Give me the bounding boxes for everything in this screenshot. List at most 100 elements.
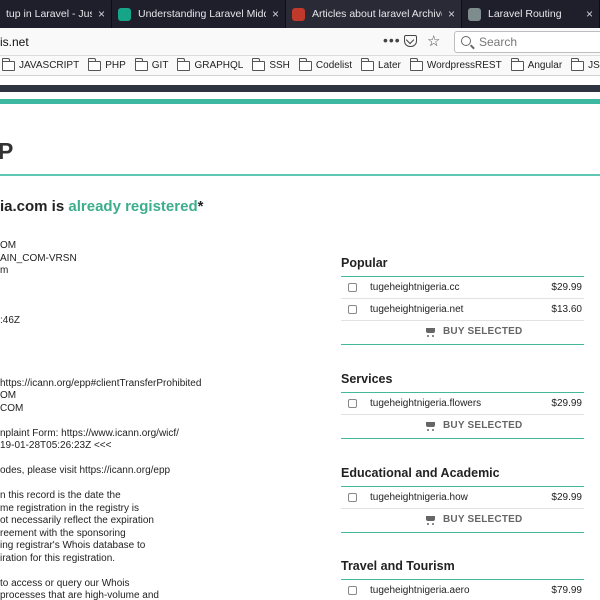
- cart-icon: [424, 515, 437, 525]
- panel-title: Educational and Academic: [341, 466, 500, 480]
- domain-name: tugeheightnigeria.aero: [370, 585, 470, 596]
- folder-icon: [298, 57, 312, 71]
- browser-tab[interactable]: tup in Laravel - Just La ×: [0, 0, 112, 28]
- tab-strip: tup in Laravel - Just La×Understanding L…: [0, 0, 600, 28]
- tab-favicon-icon: [468, 7, 481, 21]
- panel-title: Travel and Tourism: [341, 559, 455, 573]
- whois-line: n this record is the date the: [0, 490, 121, 501]
- buy-selected-button[interactable]: BUY SELECTED: [424, 420, 522, 431]
- domain-price: $29.99: [551, 492, 582, 503]
- page-actions-icon[interactable]: •••: [383, 32, 401, 48]
- buy-row: BUY SELECTED: [341, 321, 584, 345]
- whois-line: COM: [0, 402, 24, 414]
- bookmark-folder[interactable]: Codelist: [298, 57, 353, 71]
- browser-search-box[interactable]: [454, 31, 600, 53]
- tab-close-icon[interactable]: ×: [448, 7, 455, 21]
- bookmark-label: Codelist: [315, 60, 353, 71]
- whois-line: [0, 478, 330, 491]
- bookmark-folder[interactable]: GRAPHQL: [177, 57, 243, 71]
- buy-selected-button[interactable]: BUY SELECTED: [424, 326, 522, 337]
- folder-icon: [2, 57, 15, 71]
- bookmark-label: Angular: [527, 60, 563, 71]
- headline-asterisk: *: [197, 198, 204, 215]
- domain-panel: Travel and Tourism tugeheightnigeria.aero…: [341, 559, 584, 600]
- domain-checkbox[interactable]: [348, 399, 357, 408]
- tab-close-icon[interactable]: ×: [586, 7, 593, 21]
- domain-price: $79.99: [551, 585, 582, 596]
- whois-line: me registration in the registry is: [0, 502, 139, 514]
- bookmark-label: GIT: [151, 60, 169, 71]
- domain-row: tugeheightnigeria.cc $29.99: [341, 277, 584, 299]
- domain-checkbox[interactable]: [348, 283, 357, 292]
- domain-price: $29.99: [551, 398, 582, 409]
- bookmark-folder[interactable]: PHP: [88, 57, 126, 71]
- folder-icon: [134, 57, 148, 71]
- bookmark-folder[interactable]: Angular: [510, 57, 563, 71]
- tab-label: Articles about laravel Archives: [312, 8, 442, 20]
- whois-line: [0, 353, 330, 366]
- tab-favicon-icon: [118, 7, 131, 21]
- pocket-icon[interactable]: [404, 35, 417, 47]
- whois-line: to access or query our Whois: [0, 577, 130, 589]
- whois-line: [0, 328, 330, 341]
- accent-band: [0, 99, 600, 104]
- whois-line: [0, 290, 330, 303]
- bookmark-label: Later: [378, 60, 401, 71]
- whois-line: reement with the sponsoring: [0, 527, 126, 539]
- whois-line: [0, 415, 330, 428]
- domain-row: tugeheightnigeria.how $29.99: [341, 487, 584, 509]
- browser-tab[interactable]: Articles about laravel Archives ×: [286, 0, 462, 28]
- whois-line: ot necessarily reflect the expiration: [0, 515, 154, 526]
- cart-icon: [424, 421, 437, 431]
- bookmark-label: JSON: [588, 60, 600, 71]
- buy-selected-label: BUY SELECTED: [443, 420, 523, 431]
- bookmark-folder[interactable]: JAVASCRIPT: [2, 57, 80, 71]
- browser-tab[interactable]: Understanding Laravel Middlew ×: [112, 0, 286, 28]
- domain-name: tugeheightnigeria.flowers: [370, 398, 482, 409]
- whois-line: [0, 565, 330, 578]
- tab-favicon-icon: [292, 7, 305, 21]
- search-icon: [461, 36, 471, 46]
- tab-label: Understanding Laravel Middlew: [138, 8, 266, 20]
- tab-close-icon[interactable]: ×: [98, 7, 105, 21]
- tab-label: Laravel Routing: [488, 8, 562, 20]
- bookmark-folder[interactable]: SSH: [252, 57, 290, 71]
- whois-line: [0, 365, 330, 378]
- folder-icon: [510, 57, 524, 71]
- domain-name: tugeheightnigeria.net: [370, 304, 464, 315]
- folder-icon: [409, 57, 423, 71]
- buy-row: BUY SELECTED: [341, 415, 584, 439]
- bookmark-folder[interactable]: WordpressREST: [409, 57, 502, 71]
- domain-checkbox[interactable]: [348, 305, 357, 314]
- bookmark-label: SSH: [269, 60, 290, 71]
- site-header-band: [0, 85, 600, 92]
- bookmark-folder[interactable]: Later: [361, 57, 401, 71]
- tab-close-icon[interactable]: ×: [272, 7, 279, 21]
- panel-title: Services: [341, 372, 393, 386]
- whois-line: m: [0, 265, 9, 276]
- whois-line: https://icann.org/epp#clientTransferProh…: [0, 377, 202, 389]
- whois-record: OM AIN_COM-VRSN m:46Z https://icann.org/epp…: [0, 240, 330, 600]
- page-title: P: [0, 138, 14, 164]
- domain-name: tugeheightnigeria.cc: [370, 282, 460, 293]
- whois-line: OM: [0, 240, 17, 251]
- folder-icon: [571, 57, 585, 71]
- panel-title: Popular: [341, 256, 388, 270]
- bookmark-label: JAVASCRIPT: [19, 60, 80, 71]
- bookmark-label: WordpressREST: [426, 60, 502, 71]
- buy-row: BUY SELECTED: [341, 509, 584, 533]
- bookmarks-toolbar: JAVASCRIPT PHP GIT GRAPHQL SSH Codelist Later W…: [0, 56, 600, 76]
- browser-tab[interactable]: Laravel Routing ×: [462, 0, 600, 28]
- whois-line: OM: [0, 390, 17, 401]
- whois-line: processes that are high-volume and: [0, 590, 159, 600]
- buy-selected-button[interactable]: BUY SELECTED: [424, 514, 522, 525]
- domain-checkbox[interactable]: [348, 586, 357, 595]
- url-field[interactable]: is.net: [0, 35, 29, 49]
- search-input[interactable]: [479, 34, 599, 50]
- domain-name: tugeheightnigeria.how: [370, 492, 468, 503]
- domain-checkbox[interactable]: [348, 493, 357, 502]
- bookmark-folder[interactable]: GIT: [134, 57, 169, 71]
- headline-domain: ia.com is: [0, 198, 69, 215]
- bookmark-star-icon[interactable]: ☆: [427, 32, 440, 50]
- bookmark-folder[interactable]: JSON: [571, 57, 600, 71]
